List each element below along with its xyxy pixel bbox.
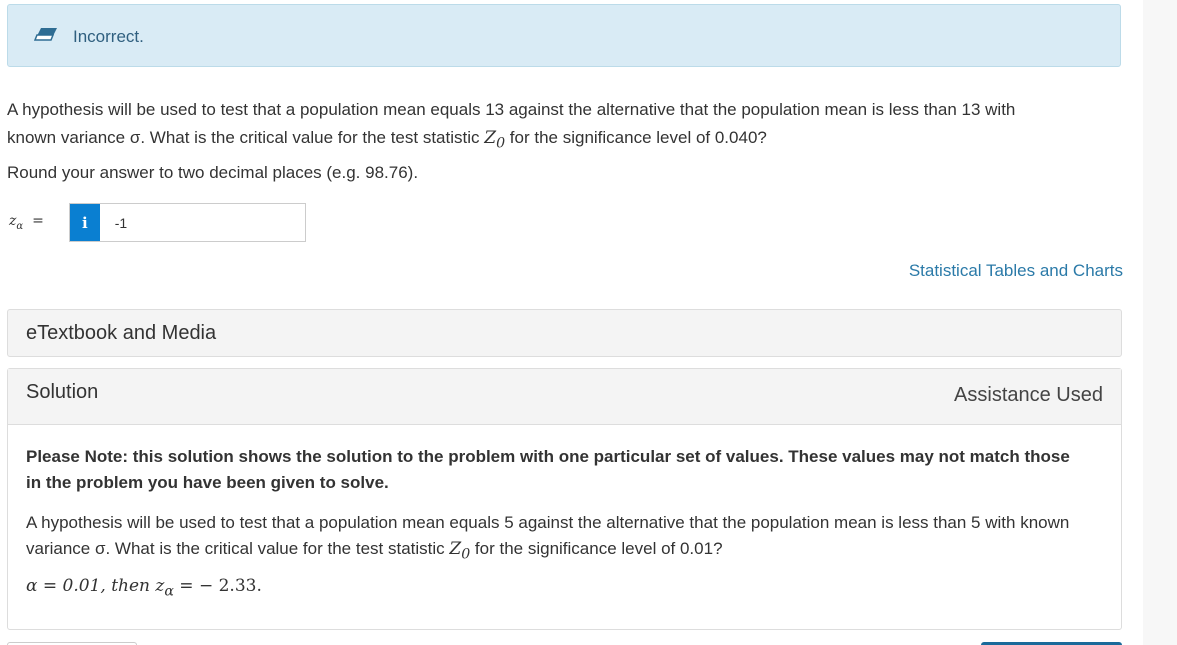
feedback-banner: Incorrect.	[7, 4, 1121, 67]
answer-field[interactable]: i	[69, 203, 306, 242]
solution-panel: Solution Assistance Used Please Note: th…	[7, 368, 1122, 630]
etextbook-panel[interactable]: eTextbook and Media	[7, 309, 1122, 357]
solution-note: Please Note: this solution shows the sol…	[26, 447, 1070, 492]
scrollbar-gutter[interactable]	[1143, 0, 1177, 645]
question-text: A hypothesis will be used to test that a…	[7, 100, 1016, 152]
assistance-used-label: Assistance Used	[954, 384, 1103, 406]
rounding-instruction: Round your answer to two decimal places …	[7, 163, 419, 182]
solution-calculation: α = 0.01, then zα = − 2.33.	[26, 576, 262, 600]
statistical-tables-link[interactable]: Statistical Tables and Charts	[909, 261, 1123, 281]
answer-input[interactable]	[99, 204, 305, 241]
info-icon[interactable]: i	[70, 204, 100, 241]
solution-header[interactable]: Solution Assistance Used	[8, 369, 1121, 425]
solution-title: Solution	[26, 381, 99, 403]
etextbook-label: eTextbook and Media	[26, 322, 217, 344]
answer-label: zα =	[9, 213, 44, 232]
solution-body: A hypothesis will be used to test that a…	[26, 513, 1070, 563]
feedback-text: Incorrect.	[73, 27, 144, 46]
eraser-icon	[34, 28, 57, 41]
